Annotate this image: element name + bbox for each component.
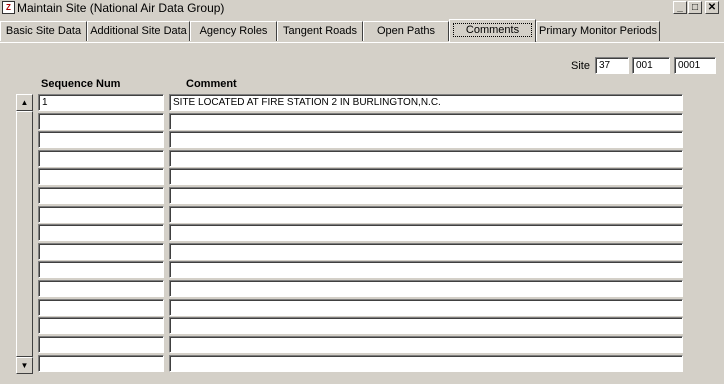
comment-cell[interactable] xyxy=(169,355,683,372)
tab-additional-site-data[interactable]: Additional Site Data xyxy=(87,21,190,41)
tab-label: Tangent Roads xyxy=(283,25,357,37)
comment-cell[interactable]: SITE LOCATED AT FIRE STATION 2 IN BURLIN… xyxy=(169,94,683,111)
sequence-num-cell[interactable] xyxy=(38,280,164,297)
scroll-down-arrow-icon[interactable]: ▼ xyxy=(16,357,33,374)
comment-cell[interactable] xyxy=(169,150,683,167)
tab-agency-roles[interactable]: Agency Roles xyxy=(190,21,277,41)
app-icon[interactable]: Z xyxy=(2,1,15,14)
tab-open-paths[interactable]: Open Paths xyxy=(363,21,449,41)
comment-cell[interactable] xyxy=(169,131,683,148)
site-label: Site xyxy=(571,60,590,72)
comment-cell[interactable] xyxy=(169,299,683,316)
sequence-num-cell[interactable] xyxy=(38,187,164,204)
comment-header: Comment xyxy=(186,78,237,90)
sequence-num-cell[interactable] xyxy=(38,168,164,185)
sequence-num-cell[interactable] xyxy=(38,131,164,148)
sequence-num-cell[interactable] xyxy=(38,336,164,353)
scroll-thumb[interactable] xyxy=(16,111,33,357)
tab-label: Additional Site Data xyxy=(90,25,187,37)
site-state-code-field[interactable]: 37 xyxy=(595,57,629,74)
sequence-num-cell[interactable] xyxy=(38,243,164,260)
tab-label: Primary Monitor Periods xyxy=(539,25,657,37)
sequence-num-header: Sequence Num xyxy=(41,78,121,90)
comment-cell[interactable] xyxy=(169,187,683,204)
comment-cell[interactable] xyxy=(169,206,683,223)
tab-label: Comments xyxy=(452,23,533,37)
comment-cell[interactable] xyxy=(169,317,683,334)
sequence-num-cell[interactable] xyxy=(38,206,164,223)
comment-cell[interactable] xyxy=(169,261,683,278)
site-number-field[interactable]: 0001 xyxy=(674,57,716,74)
comment-cell[interactable] xyxy=(169,336,683,353)
close-button[interactable]: ✕ xyxy=(705,1,719,14)
title-bar: Z Maintain Site (National Air Data Group… xyxy=(0,0,724,17)
comment-cell[interactable] xyxy=(169,113,683,130)
tab-label: Open Paths xyxy=(376,25,436,37)
row-scrollbar[interactable]: ▲ ▼ xyxy=(16,94,33,374)
comment-cell[interactable] xyxy=(169,168,683,185)
sequence-num-cell[interactable] xyxy=(38,150,164,167)
tab-primary-monitor-periods[interactable]: Primary Monitor Periods xyxy=(536,21,660,41)
sequence-num-cell[interactable] xyxy=(38,261,164,278)
tab-basic-site-data[interactable]: Basic Site Data xyxy=(0,21,87,41)
scroll-up-arrow-icon[interactable]: ▲ xyxy=(16,94,33,111)
tab-bar: Basic Site Data Additional Site Data Age… xyxy=(0,19,724,42)
tab-label: Basic Site Data xyxy=(5,25,82,37)
sequence-num-cell[interactable]: 1 xyxy=(38,94,164,111)
comment-cell[interactable] xyxy=(169,224,683,241)
sequence-num-cell[interactable] xyxy=(38,113,164,130)
window-title: Maintain Site (National Air Data Group) xyxy=(17,1,225,15)
tab-comments[interactable]: Comments xyxy=(449,19,536,42)
sequence-num-cell[interactable] xyxy=(38,355,164,372)
tab-label: Agency Roles xyxy=(199,25,268,37)
comment-cell[interactable] xyxy=(169,243,683,260)
sequence-num-cell[interactable] xyxy=(38,317,164,334)
tab-tangent-roads[interactable]: Tangent Roads xyxy=(277,21,363,41)
comment-cell[interactable] xyxy=(169,280,683,297)
site-county-code-field[interactable]: 001 xyxy=(632,57,670,74)
sequence-num-cell[interactable] xyxy=(38,224,164,241)
minimize-button[interactable]: _ xyxy=(673,1,687,14)
maximize-button[interactable]: □ xyxy=(688,1,702,14)
sequence-num-cell[interactable] xyxy=(38,299,164,316)
